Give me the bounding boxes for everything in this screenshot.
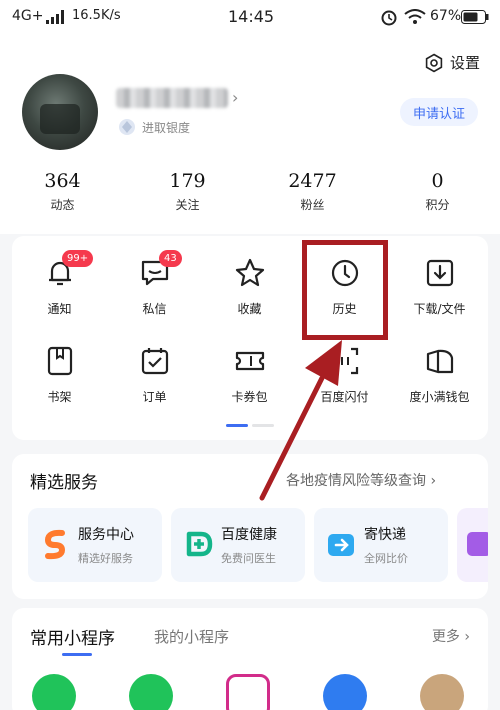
- service-subtitle: 全网比价: [364, 552, 408, 565]
- page-dot: [252, 424, 274, 427]
- grid-label: 下载/文件: [413, 302, 466, 316]
- service-subtitle: 免费问医生: [221, 552, 276, 565]
- service-tile-express[interactable]: 寄快递 全网比价: [314, 508, 448, 582]
- grid-label: 通知: [47, 302, 72, 316]
- service-tile-partial[interactable]: [457, 508, 488, 582]
- grid-label: 订单: [142, 390, 167, 404]
- tab-common-mini-programs[interactable]: 常用小程序: [30, 624, 115, 649]
- page-indicator: [226, 424, 274, 427]
- stat-points[interactable]: 0 积分: [375, 170, 500, 213]
- mini-program-icon-1[interactable]: [32, 674, 76, 710]
- message-badge: 43: [159, 250, 182, 267]
- grid-item-messages[interactable]: 43 私信: [107, 250, 202, 317]
- scan-pay-icon: [331, 347, 358, 375]
- mini-program-icon-2[interactable]: [129, 674, 173, 710]
- settings-gear-icon: [425, 53, 443, 72]
- signal-icon: [46, 10, 64, 24]
- wallet-icon: [426, 349, 453, 374]
- level-badge[interactable]: 进取银度: [118, 118, 190, 136]
- partial-service-icon: [467, 532, 488, 556]
- stat-following[interactable]: 179 关注: [125, 170, 250, 213]
- express-icon: [328, 534, 354, 556]
- epidemic-risk-link[interactable]: 各地疫情风险等级查询 ›: [286, 470, 436, 490]
- stat-label: 关注: [175, 198, 200, 212]
- status-bar: 4G+ 16.5K/s 14:45 67%: [0, 0, 500, 34]
- network-indicator: 4G+: [12, 8, 44, 24]
- service-title: 服务中心: [78, 527, 134, 543]
- avatar[interactable]: [22, 74, 98, 150]
- level-label: 进取银度: [142, 120, 191, 135]
- mini-program-icon-3[interactable]: [226, 674, 270, 710]
- chevron-right-icon: ›: [464, 629, 470, 645]
- stat-posts[interactable]: 364 动态: [0, 170, 125, 213]
- grid-item-notifications[interactable]: 99+ 通知: [12, 250, 107, 317]
- active-tab-underline: [62, 653, 92, 656]
- mini-program-icon-4[interactable]: [323, 674, 367, 710]
- clock-time: 14:45: [228, 7, 275, 26]
- alarm-icon: [381, 10, 397, 26]
- tab-my-mini-programs[interactable]: 我的小程序: [154, 626, 229, 647]
- grid-label: 书架: [47, 390, 72, 404]
- services-title: 精选服务: [30, 473, 98, 493]
- epidemic-risk-label: 各地疫情风险等级查询: [286, 473, 426, 489]
- grid-item-coupons[interactable]: 卡券包: [202, 344, 297, 405]
- apply-verification-button[interactable]: 申请认证: [400, 98, 478, 126]
- stat-value: 0: [431, 170, 444, 192]
- grid-item-wallet[interactable]: 度小满钱包: [392, 344, 487, 405]
- stat-followers[interactable]: 2477 粉丝: [250, 170, 375, 213]
- wifi-icon: [404, 9, 426, 24]
- grid-item-baidu-pay[interactable]: 百度闪付: [297, 344, 392, 405]
- grid-label: 私信: [142, 302, 167, 316]
- chevron-right-icon: ›: [430, 473, 437, 489]
- settings-button[interactable]: 设置: [424, 52, 480, 73]
- more-link[interactable]: 更多 ›: [432, 626, 470, 646]
- bookshelf-icon: [47, 346, 72, 376]
- grid-item-favorites[interactable]: 收藏: [202, 256, 297, 317]
- battery-percent: 67%: [430, 8, 462, 24]
- service-title: 寄快递: [364, 527, 406, 543]
- more-label: 更多: [431, 629, 460, 645]
- grid-item-orders[interactable]: 订单: [107, 344, 202, 405]
- service-tile-baidu-health[interactable]: 百度健康 免费问医生: [171, 508, 305, 582]
- annotation-highlight-box: [302, 240, 388, 340]
- mini-program-icon-5[interactable]: [420, 674, 464, 710]
- stat-label: 动态: [50, 198, 75, 212]
- service-title: 百度健康: [221, 527, 277, 543]
- grid-label: 度小满钱包: [409, 390, 470, 404]
- function-grid-card: 99+ 通知 43 私信 收藏 历史 下载/文件 书架 订单 卡券包 百度闪付 …: [12, 236, 488, 440]
- stat-label: 积分: [425, 198, 450, 212]
- service-tile-service-center[interactable]: 服务中心 精选好服务: [28, 508, 162, 582]
- page-dot-active: [226, 424, 248, 427]
- grid-label: 百度闪付: [320, 390, 369, 404]
- profile-header: 设置 › 进取银度 申请认证 364 动态 179 关注 2477 粉丝 0 积…: [0, 34, 500, 234]
- username-blurred[interactable]: [116, 88, 228, 108]
- stat-value: 179: [169, 170, 206, 192]
- stats-row: 364 动态 179 关注 2477 粉丝 0 积分: [0, 170, 500, 213]
- stat-label: 粉丝: [300, 198, 325, 212]
- battery-icon: [461, 10, 489, 24]
- chevron-right-icon: ›: [232, 88, 239, 107]
- notification-badge: 99+: [62, 250, 94, 267]
- star-icon: [235, 258, 264, 287]
- featured-services-card: 精选服务 各地疫情风险等级查询 › 服务中心 精选好服务 百度健康 免费问医生 …: [12, 454, 488, 599]
- service-center-icon: [44, 529, 66, 560]
- level-shield-icon: [119, 119, 135, 135]
- download-icon: [426, 259, 453, 287]
- settings-label: 设置: [449, 54, 480, 72]
- mini-programs-card: 常用小程序 我的小程序 更多 ›: [12, 608, 488, 710]
- stat-value: 2477: [288, 170, 337, 192]
- grid-item-downloads[interactable]: 下载/文件: [392, 256, 487, 317]
- stat-value: 364: [44, 170, 81, 192]
- health-icon: [186, 531, 213, 557]
- grid-label: 卡券包: [231, 390, 268, 404]
- order-icon: [141, 348, 168, 375]
- grid-item-bookshelf[interactable]: 书架: [12, 344, 107, 405]
- service-subtitle: 精选好服务: [78, 552, 133, 565]
- grid-label: 收藏: [237, 302, 262, 316]
- ticket-icon: [235, 351, 264, 371]
- network-speed: 16.5K/s: [72, 8, 121, 23]
